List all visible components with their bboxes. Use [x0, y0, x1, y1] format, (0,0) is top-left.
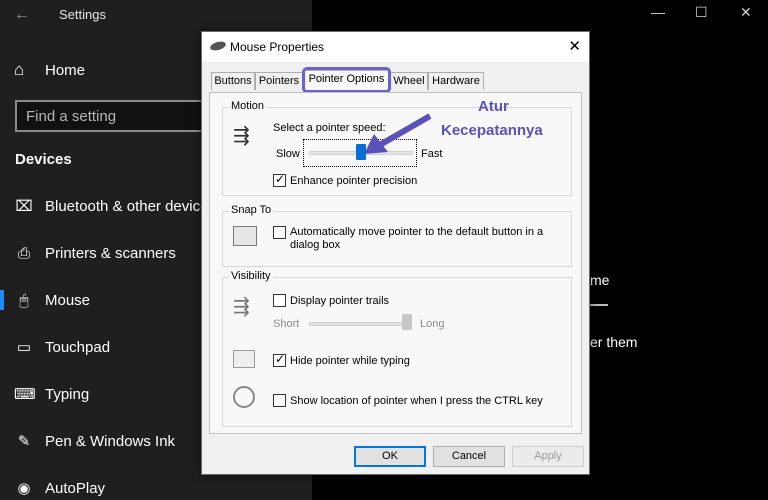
pointer-trails-checkbox[interactable]: [273, 294, 286, 307]
tab-buttons[interactable]: Buttons: [211, 72, 255, 90]
show-location-label: Show location of pointer when I press th…: [290, 395, 543, 407]
show-location-checkbox[interactable]: [273, 394, 286, 407]
snap-to-label-line2: dialog box: [290, 239, 341, 251]
bluetooth-icon: ⌧: [15, 198, 33, 215]
autoplay-icon: ◉: [17, 480, 31, 497]
hide-pointer-label: Hide pointer while typing: [290, 355, 410, 367]
slow-label: Slow: [276, 148, 300, 160]
cancel-button[interactable]: Cancel: [433, 446, 505, 467]
annotation-arrow-icon: [364, 113, 432, 154]
content-text-fragment: er them: [590, 334, 638, 350]
section-heading: Devices: [15, 151, 72, 168]
annotation-line1: Atur: [478, 98, 509, 115]
pen-icon: ✎: [17, 433, 31, 450]
sidebar-item-label: Touchpad: [45, 338, 111, 356]
home-icon: ⌂: [14, 60, 25, 79]
sidebar-item-label: Pen & Windows Ink: [45, 432, 176, 450]
snap-to-checkbox[interactable]: [273, 226, 286, 239]
pointer-trails-icon: ⇶: [233, 296, 250, 318]
trail-slider-track[interactable]: [309, 322, 407, 326]
content-underline: [588, 304, 608, 306]
hide-pointer-checkbox[interactable]: [273, 352, 286, 367]
sidebar-item-label: Bluetooth & other devices: [45, 197, 216, 215]
motion-group-title: Motion: [229, 100, 267, 112]
printer-icon: ⎙: [17, 244, 30, 262]
close-icon[interactable]: ✕: [568, 37, 581, 55]
sidebar-item-label: AutoPlay: [45, 479, 106, 497]
keyboard-icon: ⌨: [14, 386, 36, 403]
tab-highlight-annotation: [302, 67, 391, 93]
home-link[interactable]: ⌂ Home: [14, 58, 85, 82]
home-label: Home: [45, 61, 86, 79]
close-window-icon[interactable]: ✕: [740, 4, 752, 21]
apply-button[interactable]: Apply: [512, 446, 584, 467]
snap-to-label-line1: Automatically move pointer to the defaul…: [290, 226, 544, 238]
show-location-icon: [233, 386, 255, 408]
sidebar-item-label: Mouse: [45, 291, 91, 309]
hide-pointer-icon: [233, 350, 255, 368]
snap-to-group-title: Snap To: [229, 204, 274, 216]
snap-button-icon: [233, 226, 257, 246]
short-label: Short: [273, 318, 300, 330]
tab-hardware[interactable]: Hardware: [428, 72, 484, 90]
sidebar-item-label: Typing: [45, 385, 90, 403]
tab-pointers[interactable]: Pointers: [255, 72, 303, 90]
minimize-icon[interactable]: —: [651, 4, 665, 20]
long-label: Long: [420, 318, 445, 330]
back-arrow-icon[interactable]: ←: [14, 6, 30, 24]
snap-to-group: Snap To Automatically move pointer to th…: [222, 204, 572, 267]
pointer-speed-icon: ⇶: [233, 125, 250, 147]
pointer-trails-label: Display pointer trails: [290, 295, 390, 307]
annotation-line2: Kecepatannya: [441, 122, 543, 139]
dialog-title-bar: Mouse Properties ✕: [202, 32, 589, 62]
content-text-fragment: me: [590, 272, 610, 288]
touchpad-icon: ▭: [16, 339, 32, 356]
trail-slider-thumb[interactable]: [402, 314, 412, 330]
mouse-icon: 🖱: [19, 291, 29, 309]
mouse-icon: [209, 40, 227, 52]
enhance-precision-checkbox[interactable]: [273, 172, 286, 187]
visibility-group: Visibility ⇶ Display pointer trails Shor…: [222, 270, 572, 427]
sidebar-item-label: Printers & scanners: [45, 244, 176, 262]
mouse-properties-dialog: Mouse Properties ✕ Buttons Pointers Poin…: [201, 31, 590, 475]
visibility-group-title: Visibility: [229, 270, 273, 282]
maximize-icon[interactable]: ☐: [695, 4, 708, 21]
sidebar-item-autoplay[interactable]: ◉ AutoPlay: [0, 473, 312, 500]
ok-button[interactable]: OK: [354, 446, 426, 467]
selection-indicator: [0, 290, 4, 310]
tab-wheel[interactable]: Wheel: [390, 72, 428, 90]
enhance-precision-label: Enhance pointer precision: [290, 175, 418, 187]
window-title: Settings: [59, 7, 106, 22]
dialog-title: Mouse Properties: [230, 40, 325, 54]
